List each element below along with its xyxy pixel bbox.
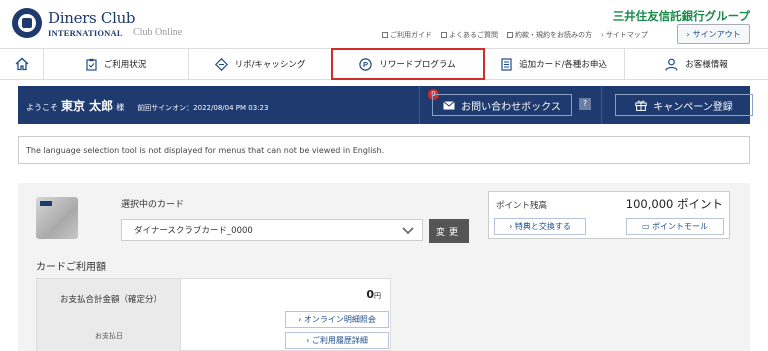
guide-icon: [382, 32, 388, 38]
usage-history-button[interactable]: › ご利用履歴詳細: [285, 332, 389, 349]
brand-service: Club Online: [133, 27, 183, 38]
external-window-icon: ▭: [641, 222, 653, 231]
points-value: 100,000 ポイント: [625, 197, 723, 211]
toplink-terms[interactable]: 約款・規約をお読みの方: [507, 29, 592, 41]
diners-logo-icon[interactable]: [12, 8, 42, 38]
card-select[interactable]: ダイナースクラブカード_0000: [121, 219, 423, 241]
toplink-guide[interactable]: ご利用ガイド: [382, 29, 432, 41]
user-icon: [665, 58, 678, 71]
brand-name: Diners Club: [48, 9, 136, 27]
home-icon: [15, 57, 28, 71]
welcome-bar: ようこそ 東京 太郎 様 前回サインオン：2022/08/04 PM 03:23…: [18, 86, 753, 124]
svg-text:P: P: [363, 60, 368, 69]
toplink-sitemap[interactable]: › サイトマップ: [601, 29, 648, 41]
point-icon: P: [359, 57, 373, 71]
campaign-register-button[interactable]: キャンペーン登録: [615, 94, 753, 116]
help-icon[interactable]: ?: [579, 98, 591, 110]
top-links: ご利用ガイド よくあるご質問 約款・規約をお読みの方 › サイトマップ: [382, 29, 648, 41]
online-statement-button[interactable]: › オンライン明細照会: [285, 311, 389, 328]
card-summary-panel: 選択中のカード ダイナースクラブカード_0000 変更 ポイント残高 100,0…: [18, 183, 750, 351]
points-label: ポイント残高: [496, 201, 548, 211]
point-mall-button[interactable]: ▭ ポイントモール: [626, 218, 724, 235]
chevron-right-icon: ›: [601, 31, 604, 39]
clipboard-icon: [86, 58, 97, 71]
envelope-icon: [443, 100, 455, 109]
brand-subname: INTERNATIONAL: [48, 28, 123, 38]
corporate-group-name: 三井住友信託銀行グループ: [612, 9, 750, 23]
main-nav: ご利用状況 リボ/キャッシング P リワードプログラム 追加カード/各種お申込 …: [0, 48, 768, 80]
nav-home[interactable]: [0, 49, 44, 79]
nav-item-reward[interactable]: P リワードプログラム: [331, 48, 485, 80]
change-card-button[interactable]: 変更: [429, 219, 469, 243]
chevron-down-icon: [402, 227, 414, 235]
card-usage-table: お支払合計金額（確定分） お支払日 0円 › オンライン明細照会 › ご利用履歴…: [36, 278, 391, 351]
nav-item-additional-card[interactable]: 追加カード/各種お申込: [484, 49, 625, 79]
welcome-message: ようこそ 東京 太郎 様 前回サインオン：2022/08/04 PM 03:23: [26, 99, 269, 113]
chevron-right-icon: ›: [686, 29, 690, 39]
terms-icon: [507, 32, 513, 38]
payment-amount: 0円: [366, 288, 381, 301]
card-image: [36, 197, 78, 239]
last-signon: 前回サインオン：2022/08/04 PM 03:23: [137, 104, 269, 112]
bar-divider: [419, 86, 420, 124]
exchange-reward-button[interactable]: › 特典と交換する: [494, 218, 586, 235]
points-box: ポイント残高 100,000 ポイント › 特典と交換する ▭ ポイントモール: [488, 191, 730, 239]
selected-card-label: 選択中のカード: [121, 200, 185, 210]
nav-item-revolving[interactable]: リボ/キャッシング: [189, 49, 332, 79]
site-header: Diners Club INTERNATIONAL Club Online 三井…: [0, 0, 768, 48]
toplink-faq[interactable]: よくあるご質問: [441, 29, 498, 41]
payment-date-label: お支払日: [95, 332, 123, 340]
diamond-icon: [214, 57, 228, 71]
card-usage-title: カードご利用額: [36, 262, 106, 273]
inquiry-box-button[interactable]: お問い合わせボックス: [432, 94, 572, 116]
bar-divider: [601, 86, 602, 124]
nav-item-customer-info[interactable]: お客様情報: [625, 49, 768, 79]
document-icon: [501, 57, 512, 71]
gift-icon: [635, 100, 647, 111]
signout-button[interactable]: › サインアウト: [677, 24, 750, 44]
user-name: 東京 太郎: [61, 99, 114, 113]
nav-item-usage[interactable]: ご利用状況: [44, 49, 189, 79]
total-payment-label: お支払合計金額（確定分）: [59, 295, 162, 305]
card-select-value: ダイナースクラブカード_0000: [134, 226, 253, 236]
faq-icon: [441, 32, 447, 38]
language-notice: The language selection tool is not displ…: [18, 136, 750, 164]
usage-row-header: お支払合計金額（確定分） お支払日: [37, 279, 181, 351]
